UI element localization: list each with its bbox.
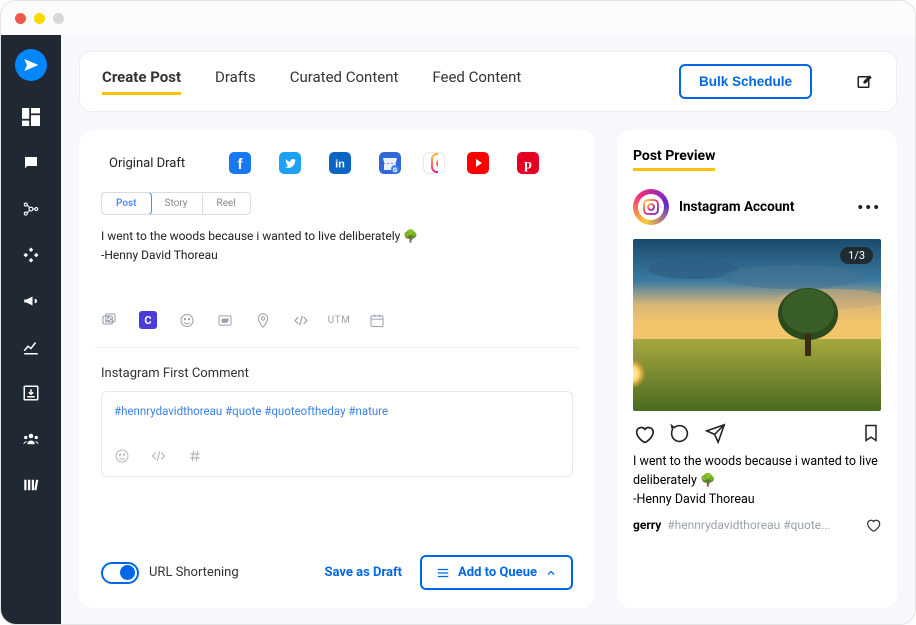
canva-icon[interactable]: C [139,311,157,329]
preview-title: Post Preview [633,148,715,171]
post-type-story[interactable]: Story [151,193,203,214]
topbar: Create Post Drafts Curated Content Feed … [79,51,897,112]
add-to-queue-label: Add to Queue [458,565,537,580]
twitter-icon[interactable] [279,152,301,174]
account-name: Instagram Account [679,199,847,215]
preview-image: 1/3 [633,239,881,411]
instagram-icon[interactable] [423,152,445,174]
analytics-icon[interactable] [21,337,41,357]
tab-drafts[interactable]: Drafts [215,68,256,95]
bulk-schedule-button[interactable]: Bulk Schedule [679,64,812,99]
url-shortening-toggle[interactable] [101,562,139,584]
first-comment-box[interactable]: #hennrydavidthoreau #quote #quoteoftheda… [101,391,573,477]
calendar-icon[interactable] [369,312,385,328]
svg-text:G: G [393,167,397,174]
gif-icon[interactable]: GIF [217,312,233,328]
titlebar [1,1,915,35]
add-to-queue-button[interactable]: Add to Queue [420,555,573,590]
post-type-reel[interactable]: Reel [203,193,250,214]
bookmark-icon[interactable] [861,423,881,443]
more-icon[interactable]: ••• [857,198,881,217]
network-icon[interactable] [21,199,41,219]
caption-line1: I went to the woods because i wanted to … [101,227,573,246]
tab-create-post[interactable]: Create Post [102,68,181,95]
draft-label: Original Draft [109,156,185,171]
url-shortening-label: URL Shortening [149,565,239,580]
sidebar [1,35,61,624]
svg-text:in: in [335,159,345,171]
preview-panel: Post Preview Instagram Account ••• [617,130,897,608]
googlebusiness-icon[interactable]: G [379,152,401,174]
caption-text[interactable]: I went to the woods because i wanted to … [101,227,573,265]
image-counter: 1/3 [840,247,873,264]
emoji-icon[interactable] [179,312,195,328]
pinterest-icon[interactable]: p [517,152,539,174]
location-icon[interactable] [255,312,271,328]
heart-outline-icon[interactable] [865,517,881,533]
caption-line2: -Henny David Thoreau [101,246,573,265]
window-close-icon[interactable] [15,13,26,24]
code-icon[interactable] [293,312,309,328]
app-logo-icon[interactable] [15,49,47,81]
tab-feed[interactable]: Feed Content [432,68,521,95]
preview-caption: I went to the woods because i wanted to … [633,453,881,509]
youtube-icon[interactable] [467,152,489,174]
first-comment-label: Instagram First Comment [101,366,573,381]
library-icon[interactable] [21,475,41,495]
instagram-avatar-icon [633,189,669,225]
team-icon[interactable] [21,429,41,449]
svg-text:GIF: GIF [222,319,229,324]
tab-curated[interactable]: Curated Content [290,68,399,95]
post-type-post[interactable]: Post [101,192,152,215]
save-draft-button[interactable]: Save as Draft [325,565,403,580]
window-minimize-icon[interactable] [34,13,45,24]
utm-button[interactable]: UTM [331,312,347,328]
hashtag-icon[interactable] [187,448,203,464]
emoji-icon[interactable] [114,448,130,464]
hashtags-text: #hennrydavidthoreau #quote #quoteoftheda… [114,404,560,418]
window-maximize-icon[interactable] [53,13,64,24]
dashboard-icon[interactable] [21,107,41,127]
share-icon[interactable] [705,423,725,443]
facebook-icon[interactable]: f [229,152,251,174]
svg-text:p: p [524,158,532,173]
comment-icon[interactable] [669,423,689,443]
composer-panel: Original Draft f in G p Post Story Reel [79,130,595,608]
linkedin-icon[interactable]: in [329,152,351,174]
lifebuoy-icon[interactable] [21,245,41,265]
megaphone-icon[interactable] [21,291,41,311]
heart-icon[interactable] [633,423,653,443]
preview-tags: #hennrydavidthoreau #quote... [667,518,859,532]
download-icon[interactable] [21,383,41,403]
compose-icon[interactable] [856,73,874,91]
message-icon[interactable] [21,153,41,173]
code-icon[interactable] [150,448,167,464]
post-type-tabs: Post Story Reel [101,192,251,215]
preview-username: gerry [633,518,661,532]
media-icon[interactable] [101,312,117,328]
